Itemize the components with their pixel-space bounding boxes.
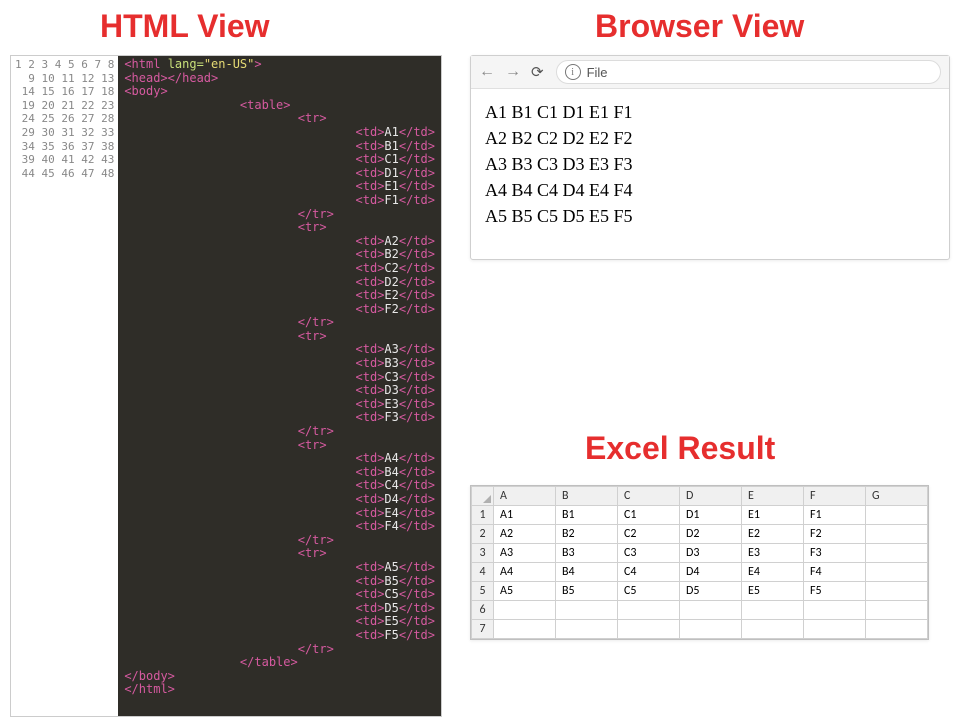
column-header[interactable]: E	[742, 487, 804, 506]
cell[interactable]: F5	[804, 582, 866, 601]
cell[interactable]: C4	[618, 563, 680, 582]
cell[interactable]: D2	[680, 525, 742, 544]
cell[interactable]: E2	[742, 525, 804, 544]
cell[interactable]: D1	[680, 506, 742, 525]
cell[interactable]: B2	[556, 525, 618, 544]
row-header[interactable]: 7	[472, 620, 494, 639]
cell[interactable]: F1	[804, 506, 866, 525]
cell[interactable]	[866, 620, 928, 639]
select-all-corner[interactable]	[472, 487, 494, 506]
title-html-view: HTML View	[100, 8, 270, 45]
title-browser-view: Browser View	[595, 8, 804, 45]
cell[interactable]	[680, 620, 742, 639]
cell[interactable]: B1	[556, 506, 618, 525]
line-number-gutter: 1 2 3 4 5 6 7 8 9 10 11 12 13 14 15 16 1…	[11, 56, 118, 716]
cell[interactable]: A3	[494, 544, 556, 563]
cell[interactable]: B4	[556, 563, 618, 582]
browser-row: A1 B1 C1 D1 E1 F1	[485, 99, 935, 125]
cell[interactable]: F3	[804, 544, 866, 563]
code-content: <html lang="en-US"> <head></head> <body>…	[118, 56, 441, 716]
cell[interactable]	[866, 506, 928, 525]
cell[interactable]	[742, 620, 804, 639]
info-icon: i	[565, 64, 581, 80]
cell[interactable]: C3	[618, 544, 680, 563]
cell[interactable]	[494, 620, 556, 639]
row-header[interactable]: 5	[472, 582, 494, 601]
cell[interactable]: D5	[680, 582, 742, 601]
code-editor: 1 2 3 4 5 6 7 8 9 10 11 12 13 14 15 16 1…	[10, 55, 442, 717]
cell[interactable]	[866, 582, 928, 601]
row-header[interactable]: 2	[472, 525, 494, 544]
browser-content: A1 B1 C1 D1 E1 F1A2 B2 C2 D2 E2 F2A3 B3 …	[471, 89, 949, 259]
cell[interactable]	[866, 525, 928, 544]
row-header[interactable]: 3	[472, 544, 494, 563]
row-header[interactable]: 6	[472, 601, 494, 620]
cell[interactable]: E3	[742, 544, 804, 563]
url-bar[interactable]: i File	[556, 60, 941, 84]
browser-row: A2 B2 C2 D2 E2 F2	[485, 125, 935, 151]
forward-icon[interactable]: →	[505, 63, 519, 81]
excel-table: ABCDEFG 1A1B1C1D1E1F1 2A2B2C2D2E2F2 3A3B3C3…	[471, 486, 928, 639]
browser-toolbar: ← → ⟳ i File	[471, 56, 949, 89]
cell[interactable]: A4	[494, 563, 556, 582]
cell[interactable]: A1	[494, 506, 556, 525]
cell[interactable]	[804, 620, 866, 639]
cell[interactable]: E1	[742, 506, 804, 525]
cell[interactable]	[494, 601, 556, 620]
column-header[interactable]: B	[556, 487, 618, 506]
cell[interactable]	[866, 563, 928, 582]
cell[interactable]: B3	[556, 544, 618, 563]
cell[interactable]	[618, 620, 680, 639]
column-header[interactable]: A	[494, 487, 556, 506]
back-icon[interactable]: ←	[479, 63, 493, 81]
column-header[interactable]: F	[804, 487, 866, 506]
cell[interactable]	[680, 601, 742, 620]
url-text: File	[587, 65, 608, 80]
cell[interactable]	[866, 544, 928, 563]
title-excel-result: Excel Result	[585, 430, 775, 467]
reload-icon[interactable]: ⟳	[531, 63, 544, 81]
cell[interactable]	[556, 620, 618, 639]
browser-row: A3 B3 C3 D3 E3 F3	[485, 151, 935, 177]
cell[interactable]: F4	[804, 563, 866, 582]
cell[interactable]	[556, 601, 618, 620]
browser-row: A5 B5 C5 D5 E5 F5	[485, 203, 935, 229]
browser-window: ← → ⟳ i File A1 B1 C1 D1 E1 F1A2 B2 C2 D…	[470, 55, 950, 260]
row-header[interactable]: 4	[472, 563, 494, 582]
cell[interactable]: E5	[742, 582, 804, 601]
excel-grid: ABCDEFG 1A1B1C1D1E1F1 2A2B2C2D2E2F2 3A3B3C3…	[470, 485, 929, 640]
cell[interactable]: E4	[742, 563, 804, 582]
browser-row: A4 B4 C4 D4 E4 F4	[485, 177, 935, 203]
cell[interactable]: D4	[680, 563, 742, 582]
cell[interactable]	[804, 601, 866, 620]
cell[interactable]: C5	[618, 582, 680, 601]
cell[interactable]	[866, 601, 928, 620]
cell[interactable]: F2	[804, 525, 866, 544]
cell[interactable]: C2	[618, 525, 680, 544]
cell[interactable]: B5	[556, 582, 618, 601]
cell[interactable]: C1	[618, 506, 680, 525]
row-header[interactable]: 1	[472, 506, 494, 525]
column-header[interactable]: C	[618, 487, 680, 506]
cell[interactable]	[742, 601, 804, 620]
cell[interactable]: D3	[680, 544, 742, 563]
column-header[interactable]: G	[866, 487, 928, 506]
cell[interactable]	[618, 601, 680, 620]
cell[interactable]: A2	[494, 525, 556, 544]
cell[interactable]: A5	[494, 582, 556, 601]
column-header[interactable]: D	[680, 487, 742, 506]
